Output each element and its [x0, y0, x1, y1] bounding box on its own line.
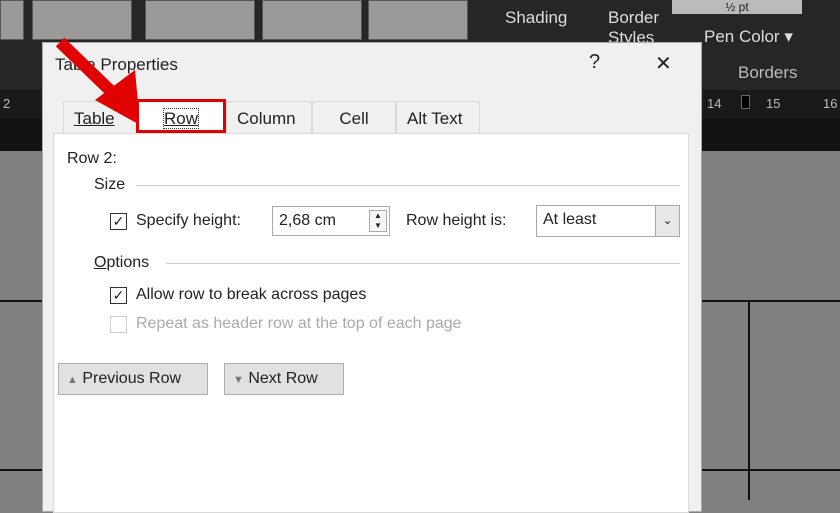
tab-label: Row [162, 108, 200, 129]
red-arrow-annotation [55, 37, 140, 125]
tab-row[interactable]: Row [136, 99, 226, 133]
